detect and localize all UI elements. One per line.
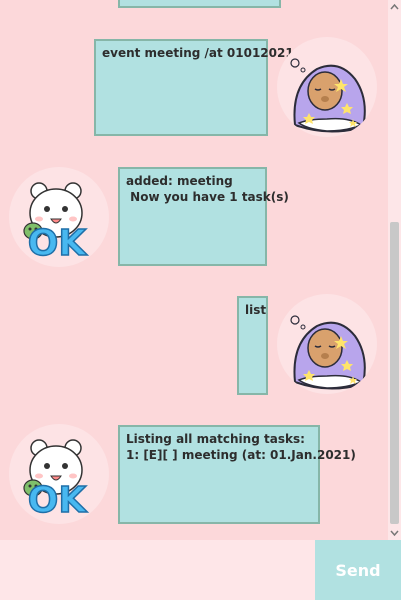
white-bear-ok-icon: OK bbox=[23, 182, 88, 265]
previous-message-bubble bbox=[118, 0, 281, 8]
ok-badge-text: OK bbox=[28, 480, 88, 521]
sleepy-bear-blanket-icon bbox=[290, 315, 366, 390]
user-avatar bbox=[277, 294, 377, 394]
scroll-up-arrow[interactable] bbox=[388, 0, 401, 14]
user-message-bubble: event meeting /at 01012021 bbox=[94, 39, 294, 136]
scrollbar-thumb[interactable] bbox=[390, 222, 399, 524]
message-input[interactable] bbox=[0, 540, 315, 600]
scroll-down-arrow[interactable] bbox=[388, 526, 401, 540]
bot-avatar: OK bbox=[9, 167, 109, 267]
user-message-bubble: list bbox=[237, 296, 268, 395]
ok-badge-text: OK bbox=[28, 223, 88, 264]
user-avatar bbox=[277, 37, 377, 137]
bot-message-bubble: added: meeting Now you have 1 task(s) bbox=[118, 167, 289, 266]
bot-avatar: OK bbox=[9, 424, 109, 524]
send-button[interactable]: Send bbox=[315, 540, 401, 600]
bot-message-bubble: Listing all matching tasks: 1: [E][ ] me… bbox=[118, 425, 356, 524]
chat-scroll-area[interactable]: event meeting /at 01012021 OK added: mee… bbox=[0, 0, 388, 540]
sleepy-bear-blanket-icon bbox=[290, 58, 366, 133]
white-bear-ok-icon: OK bbox=[23, 439, 88, 522]
vertical-scrollbar[interactable] bbox=[388, 0, 401, 540]
